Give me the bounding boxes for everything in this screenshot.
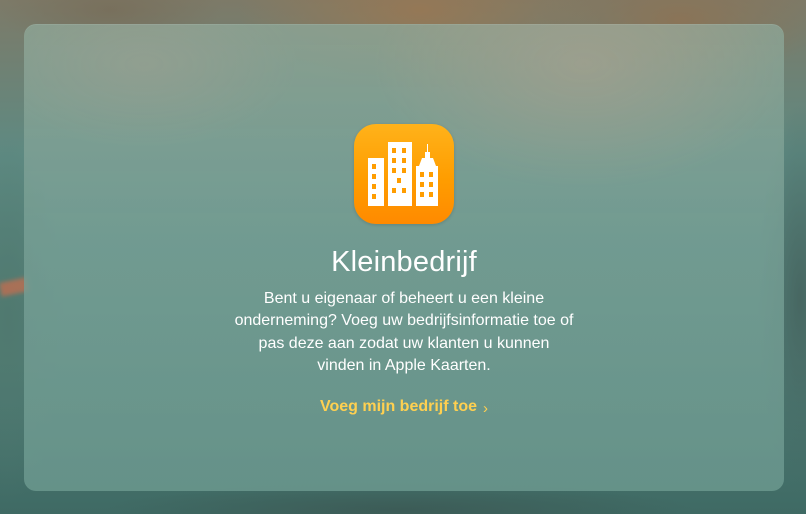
add-business-link[interactable]: Voeg mijn bedrijf toe › <box>320 398 488 416</box>
buildings-icon <box>354 124 454 224</box>
card-description: Bent u eigenaar of beheert u een kleine … <box>234 290 574 374</box>
small-business-card: Kleinbedrijf Bent u eigenaar of beheert … <box>24 24 784 491</box>
chevron-right-icon: › <box>483 399 489 417</box>
add-business-label: Voeg mijn bedrijf toe <box>319 398 478 416</box>
card-title: Kleinbedrijf <box>331 246 477 278</box>
